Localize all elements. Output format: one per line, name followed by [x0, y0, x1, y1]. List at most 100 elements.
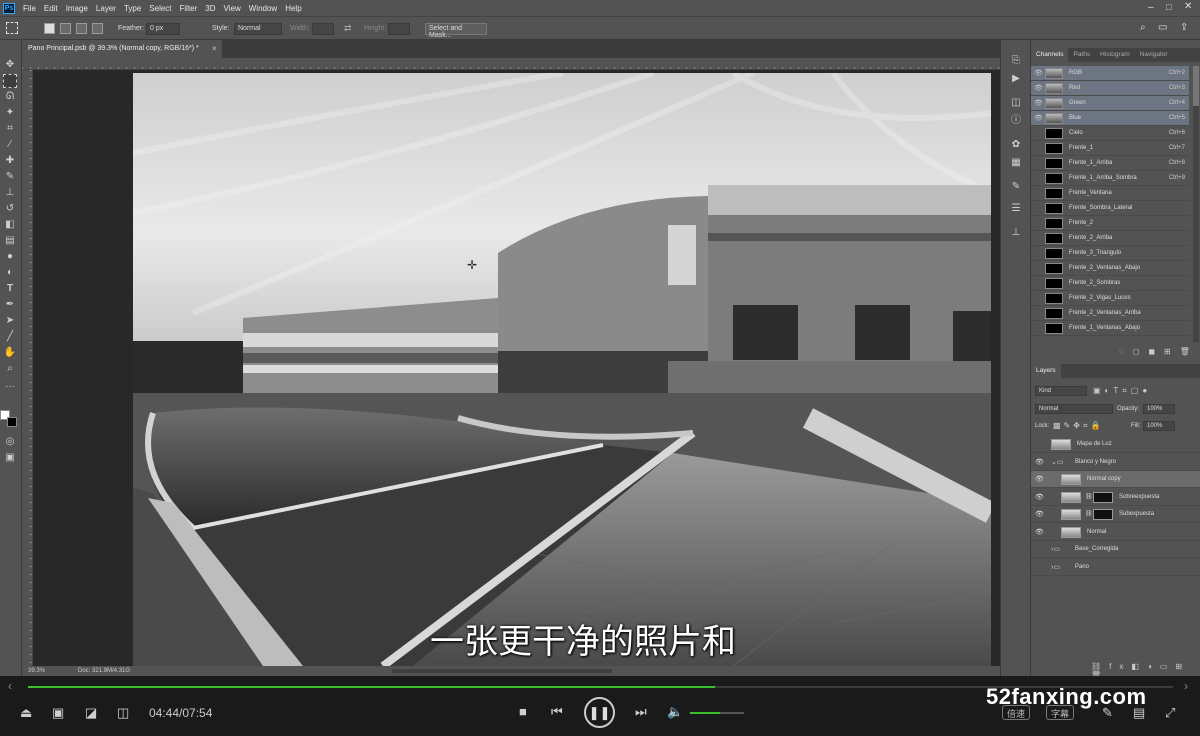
horizontal-scrollbar[interactable] — [392, 669, 612, 673]
menu-image[interactable]: Image — [66, 4, 88, 13]
fill-input[interactable]: 100% — [1143, 421, 1175, 431]
brush-tool-icon[interactable]: ✎ — [3, 170, 17, 184]
menu-window[interactable]: Window — [249, 4, 277, 13]
tab-histogram[interactable]: Histogram — [1095, 48, 1135, 62]
next-icon[interactable]: ⏭ — [635, 704, 647, 720]
layer-mask-thumbnail[interactable] — [1093, 491, 1113, 503]
tab-close-icon[interactable]: × — [212, 44, 217, 53]
menu-view[interactable]: View — [224, 4, 241, 13]
menu-3d[interactable]: 3D — [205, 4, 215, 13]
feather-input[interactable]: 0 px — [146, 23, 180, 35]
background-color-swatch[interactable] — [7, 417, 17, 427]
visibility-eye-icon[interactable]: 👁 — [1034, 69, 1043, 77]
menu-select[interactable]: Select — [149, 4, 171, 13]
marquee-tool-icon[interactable] — [3, 74, 17, 88]
layer-row[interactable]: 👁 Normal — [1031, 524, 1200, 541]
intersect-selection-icon[interactable] — [92, 23, 103, 34]
history-panel-icon[interactable]: ⎘ — [1009, 54, 1023, 68]
cast-icon[interactable]: ◫ — [117, 705, 129, 721]
pause-button[interactable]: ❚❚ — [584, 697, 615, 728]
channel-row[interactable]: Frente_1_Arriba_Sombra Ctrl+9 — [1031, 171, 1189, 186]
channel-row[interactable]: Frente_2_Vigas_Luces — [1031, 291, 1189, 306]
channels-scrollbar[interactable] — [1193, 66, 1199, 342]
channel-row[interactable]: Frente_2 — [1031, 216, 1189, 231]
layer-row[interactable]: 👁 ⛓ Subexpuesta — [1031, 506, 1200, 523]
magic-wand-icon[interactable]: ✦ — [3, 106, 17, 120]
layer-row[interactable]: 👁 Normal copy — [1031, 471, 1200, 488]
visibility-eye-icon[interactable]: 👁 — [1035, 510, 1044, 518]
actions-play-icon[interactable]: ▶ — [1009, 72, 1023, 86]
share-icon[interactable]: ⇪ — [1180, 22, 1188, 33]
menu-filter[interactable]: Filter — [180, 4, 198, 13]
clone-source-icon[interactable]: ⊥ — [1009, 226, 1023, 240]
menu-edit[interactable]: Edit — [44, 4, 58, 13]
channel-row[interactable]: Frente_1_Ventanas_Abajo — [1031, 321, 1189, 336]
move-tool-icon[interactable]: ✥ — [3, 58, 17, 72]
channel-actions[interactable]: ◌◻◼⊞🗑 — [1119, 347, 1199, 356]
clone-stamp-icon[interactable]: ⊥ — [3, 186, 17, 200]
channel-row[interactable]: Frente_2_Sombras — [1031, 276, 1189, 291]
channel-row[interactable]: Frente_1 Ctrl+7 — [1031, 141, 1189, 156]
visibility-eye-icon[interactable]: 👁 — [1035, 493, 1044, 501]
add-selection-icon[interactable] — [60, 23, 71, 34]
layer-mask-thumbnail[interactable] — [1093, 509, 1113, 520]
marquee-preset-icon[interactable] — [6, 22, 18, 34]
layer-row[interactable]: 👁 ⛓ Sobreexpuesta — [1031, 489, 1200, 506]
group-folder-icon[interactable]: ›▭ — [1051, 545, 1060, 553]
layer-row[interactable]: 👁 ⌄▭ Blanco y Negro — [1031, 454, 1200, 471]
search-icon[interactable]: ⌕ — [1140, 22, 1146, 33]
visibility-eye-icon[interactable]: 👁 — [1034, 99, 1043, 107]
zoom-level[interactable]: 39.3% — [28, 668, 45, 674]
adjustments-icon[interactable]: ◫ — [1009, 96, 1023, 110]
layer-row[interactable]: ›▭ Base_Corregida — [1031, 541, 1200, 558]
history-brush-icon[interactable]: ↺ — [3, 202, 17, 216]
line-tool-icon[interactable]: ╱ — [3, 330, 17, 344]
tab-layers[interactable]: Layers — [1031, 364, 1061, 378]
maximize-icon[interactable]: □ — [1166, 2, 1171, 12]
more-tools-icon[interactable]: … — [3, 378, 17, 392]
channel-row[interactable]: Frente_2_Ventanas_Abajo — [1031, 261, 1189, 276]
stop-icon[interactable]: ■ — [519, 704, 527, 719]
channel-row[interactable]: Frente_3_Triangulo — [1031, 246, 1189, 261]
channel-row[interactable]: Cielo Ctrl+6 — [1031, 126, 1189, 141]
blend-mode-select[interactable]: Normal — [1035, 404, 1113, 414]
group-folder-icon[interactable]: ⌄▭ — [1051, 458, 1063, 466]
channel-row[interactable]: 👁 Red Ctrl+3 — [1031, 81, 1189, 96]
swatches-icon[interactable]: ▦ — [1009, 156, 1023, 170]
channel-row[interactable]: Frente_2_Ventanas_Arriba — [1031, 306, 1189, 321]
eject-icon[interactable]: ⏏ — [20, 705, 32, 721]
width-input[interactable] — [312, 23, 334, 35]
visibility-eye-icon[interactable]: 👁 — [1035, 528, 1044, 536]
tab-channels[interactable]: Channels — [1031, 48, 1069, 62]
quick-mask-icon[interactable]: ◎ — [3, 435, 17, 449]
channel-row[interactable]: Frente_Sombra_Lateral — [1031, 201, 1189, 216]
pen-tool-icon[interactable]: ✒ — [3, 298, 17, 312]
info-icon[interactable]: ⓘ — [1009, 114, 1023, 128]
color-palette-icon[interactable]: ✿ — [1009, 138, 1023, 152]
channel-row[interactable]: Frente_1_Arriba Ctrl+8 — [1031, 156, 1189, 171]
height-input[interactable] — [388, 23, 410, 35]
previous-icon[interactable]: ⏮ — [551, 704, 563, 720]
volume-icon[interactable]: 🔈 — [667, 704, 683, 720]
screenshot-icon[interactable]: ◪ — [85, 705, 97, 721]
menu-layer[interactable]: Layer — [96, 4, 116, 13]
layer-filter-kind[interactable]: Kind — [1035, 386, 1087, 396]
workspace-icon[interactable]: ▭ — [1158, 22, 1167, 33]
subtract-selection-icon[interactable] — [76, 23, 87, 34]
channel-row[interactable]: 👁 Blue Ctrl+5 — [1031, 111, 1189, 126]
channel-row[interactable]: Frente_Ventana — [1031, 186, 1189, 201]
visibility-eye-icon[interactable]: 👁 — [1035, 475, 1044, 483]
type-tool-icon[interactable]: T — [3, 282, 17, 296]
select-and-mask-button[interactable]: Select and Mask... — [425, 23, 487, 39]
style-select[interactable]: Normal — [234, 23, 282, 35]
menu-help[interactable]: Help — [285, 4, 301, 13]
prev-chapter-icon[interactable]: ‹ — [8, 679, 12, 693]
playlist-icon[interactable]: ▣ — [52, 705, 64, 721]
volume-slider[interactable] — [690, 712, 744, 714]
layer-row[interactable]: Mapa de Luz — [1031, 436, 1200, 453]
hand-tool-icon[interactable]: ✋ — [3, 346, 17, 360]
visibility-eye-icon[interactable]: 👁 — [1034, 114, 1043, 122]
zoom-tool-icon[interactable]: ⌕ — [3, 362, 17, 376]
channel-row[interactable]: 👁 Green Ctrl+4 — [1031, 96, 1189, 111]
properties-icon[interactable]: ☰ — [1009, 202, 1023, 216]
